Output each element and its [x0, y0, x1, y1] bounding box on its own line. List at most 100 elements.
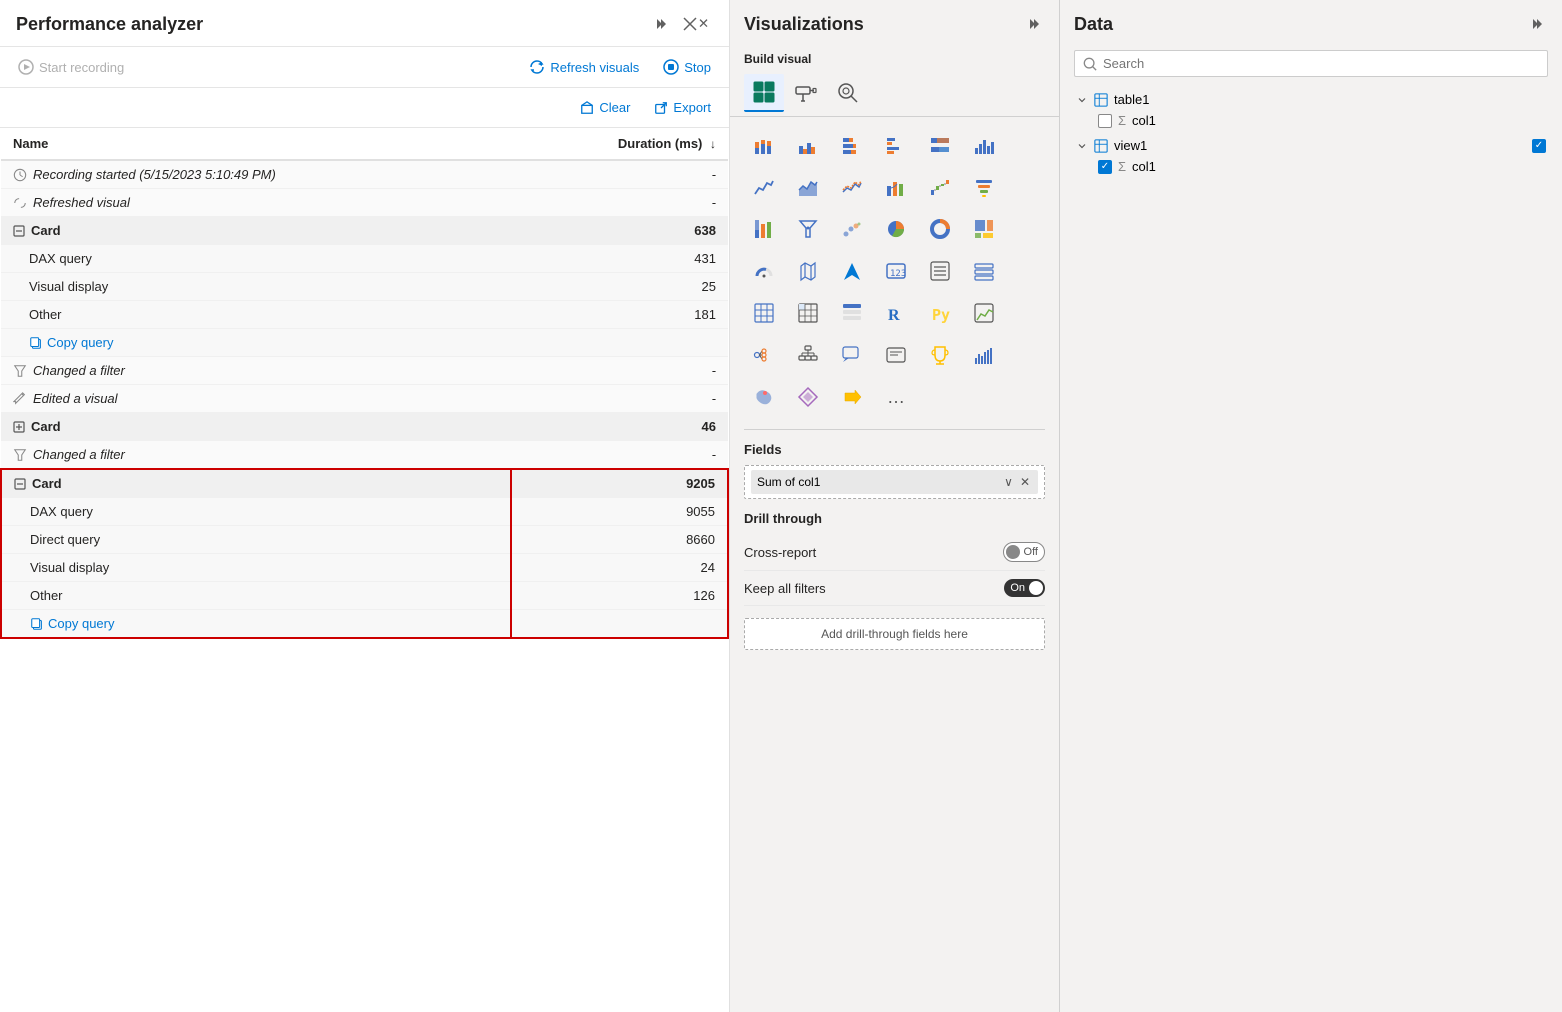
tree-item-view1-col1[interactable]: Σ col1 [1074, 156, 1548, 177]
table-row: Changed a filter - [1, 441, 728, 470]
checkbox-view1[interactable] [1532, 139, 1546, 153]
viz-clustered-bar-h-btn[interactable] [876, 125, 916, 165]
viz-gauge-btn[interactable] [744, 251, 784, 291]
viz-matrix-btn[interactable] [788, 293, 828, 333]
viz-map-btn[interactable] [788, 251, 828, 291]
copy-query-link-hl[interactable]: Copy query [30, 616, 498, 631]
tree-item-table1-col1[interactable]: Σ col1 [1074, 110, 1548, 131]
svg-text:R: R [888, 307, 900, 324]
field-remove-button[interactable]: ✕ [1018, 473, 1032, 491]
viz-number-btn[interactable] [920, 251, 960, 291]
viz-r-script-btn[interactable]: R [876, 293, 916, 333]
export-button[interactable]: Export [646, 94, 719, 121]
col-duration-header[interactable]: Duration (ms) ↓ [511, 128, 728, 160]
chevron-right-icon-viz [1025, 16, 1041, 32]
table-row-highlighted-parent[interactable]: Card 9205 [1, 469, 728, 498]
row-copyquery-cell: Copy query [1, 329, 511, 357]
export-label: Export [673, 100, 711, 115]
cross-report-toggle-label: Off [1024, 546, 1038, 558]
viz-stacked-bar-h-btn[interactable] [832, 125, 872, 165]
add-drillthrough-button[interactable]: Add drill-through fields here [744, 618, 1045, 650]
viz-tab-visual[interactable] [744, 74, 784, 112]
perf-table: Name Duration (ms) ↓ [0, 128, 729, 639]
row-name-cell: DAX query [1, 498, 511, 526]
perf-header-actions: ✕ [648, 12, 713, 36]
viz-chat-btn[interactable] [832, 335, 872, 375]
start-recording-label: Start recording [39, 60, 124, 75]
export-icon [654, 101, 668, 115]
viz-diamond-btn[interactable] [788, 377, 828, 417]
tree-item-table1[interactable]: table1 [1074, 89, 1548, 110]
clear-label: Clear [599, 100, 630, 115]
checkbox-view1-col1[interactable] [1098, 160, 1112, 174]
viz-card-num-btn[interactable]: 123 [876, 251, 916, 291]
perf-table-wrap: Name Duration (ms) ↓ [0, 128, 729, 1012]
viz-arrow-up-btn[interactable] [832, 251, 872, 291]
viz-org-chart-btn[interactable] [788, 335, 828, 375]
close-perf-panel-button[interactable]: ✕ [678, 12, 713, 36]
checkbox-table1-col1[interactable] [1098, 114, 1112, 128]
table-row[interactable]: Card 46 [1, 413, 728, 441]
viz-treemap-btn[interactable] [964, 209, 1004, 249]
table-row: Edited a visual - [1, 385, 728, 413]
viz-tab-analytics[interactable] [828, 75, 868, 111]
viz-stacked-100-btn[interactable] [920, 125, 960, 165]
viz-divider-1 [744, 429, 1045, 430]
viz-waterfall-btn[interactable] [920, 167, 960, 207]
viz-line-btn[interactable] [744, 167, 784, 207]
viz-tab-format[interactable] [786, 75, 826, 111]
viz-trophy-btn[interactable] [920, 335, 960, 375]
viz-area-btn[interactable] [788, 167, 828, 207]
close-icon [682, 16, 698, 32]
expand-perf-panel-button[interactable] [648, 12, 672, 36]
stop-button[interactable]: Stop [655, 53, 719, 81]
viz-arrow-right-btn[interactable] [832, 377, 872, 417]
viz-col-btn[interactable] [744, 209, 784, 249]
viz-python-btn[interactable]: Py [920, 293, 960, 333]
viz-bar2-btn[interactable] [964, 125, 1004, 165]
viz-table-btn[interactable] [744, 293, 784, 333]
start-recording-button[interactable]: Start recording [10, 53, 132, 81]
field-collapse-button[interactable]: ∨ [1002, 473, 1015, 491]
chevron-right-icon-data [1528, 16, 1544, 32]
viz-funnel-btn[interactable] [964, 167, 1004, 207]
expand-icon [13, 421, 25, 433]
viz-bar-small-btn[interactable] [964, 335, 1004, 375]
chevron-down-icon-view1 [1076, 140, 1088, 152]
viz-stacked-bar-btn[interactable] [744, 125, 784, 165]
viz-kpi-btn[interactable] [964, 293, 1004, 333]
table-row[interactable]: Card 638 [1, 217, 728, 245]
tree-item-view1[interactable]: view1 [1074, 135, 1548, 156]
viz-clustered-bar-btn[interactable] [788, 125, 828, 165]
cross-report-toggle[interactable]: Off [1003, 542, 1045, 562]
copy-query-link[interactable]: Copy query [29, 335, 499, 350]
expand-viz-panel-button[interactable] [1021, 12, 1045, 36]
viz-multi-line-btn[interactable] [832, 167, 872, 207]
play-icon [18, 59, 34, 75]
viz-smart-narr-btn[interactable] [876, 335, 916, 375]
viz-ribbon-btn[interactable] [876, 167, 916, 207]
clear-button[interactable]: Clear [572, 94, 638, 121]
filter-icon [13, 364, 27, 378]
viz-scatter-btn[interactable] [832, 209, 872, 249]
viz-table2-btn[interactable] [832, 293, 872, 333]
viz-more-btn[interactable]: … [876, 377, 916, 417]
row-duration-cell: 431 [511, 245, 728, 273]
expand-data-panel-button[interactable] [1524, 12, 1548, 36]
table-row-highlighted-child: Other 126 [1, 582, 728, 610]
row-name-cell: Edited a visual [1, 385, 511, 413]
viz-decomp-btn[interactable] [744, 335, 784, 375]
fields-drop-area[interactable]: Sum of col1 ∨ ✕ [744, 465, 1045, 499]
keep-filters-toggle[interactable]: On [1004, 579, 1045, 597]
refresh-visuals-button[interactable]: Refresh visuals [521, 53, 647, 81]
row-duration-cell: - [511, 189, 728, 217]
row-duration-cell: - [511, 357, 728, 385]
viz-filter-chart-btn[interactable] [788, 209, 828, 249]
viz-map2-btn[interactable] [744, 377, 784, 417]
viz-pie-btn[interactable] [876, 209, 916, 249]
viz-slicer-btn[interactable] [964, 251, 1004, 291]
search-input[interactable] [1103, 56, 1539, 71]
viz-donut-btn[interactable] [920, 209, 960, 249]
visual-tab-icon [752, 80, 776, 104]
svg-text:123: 123 [890, 269, 906, 279]
